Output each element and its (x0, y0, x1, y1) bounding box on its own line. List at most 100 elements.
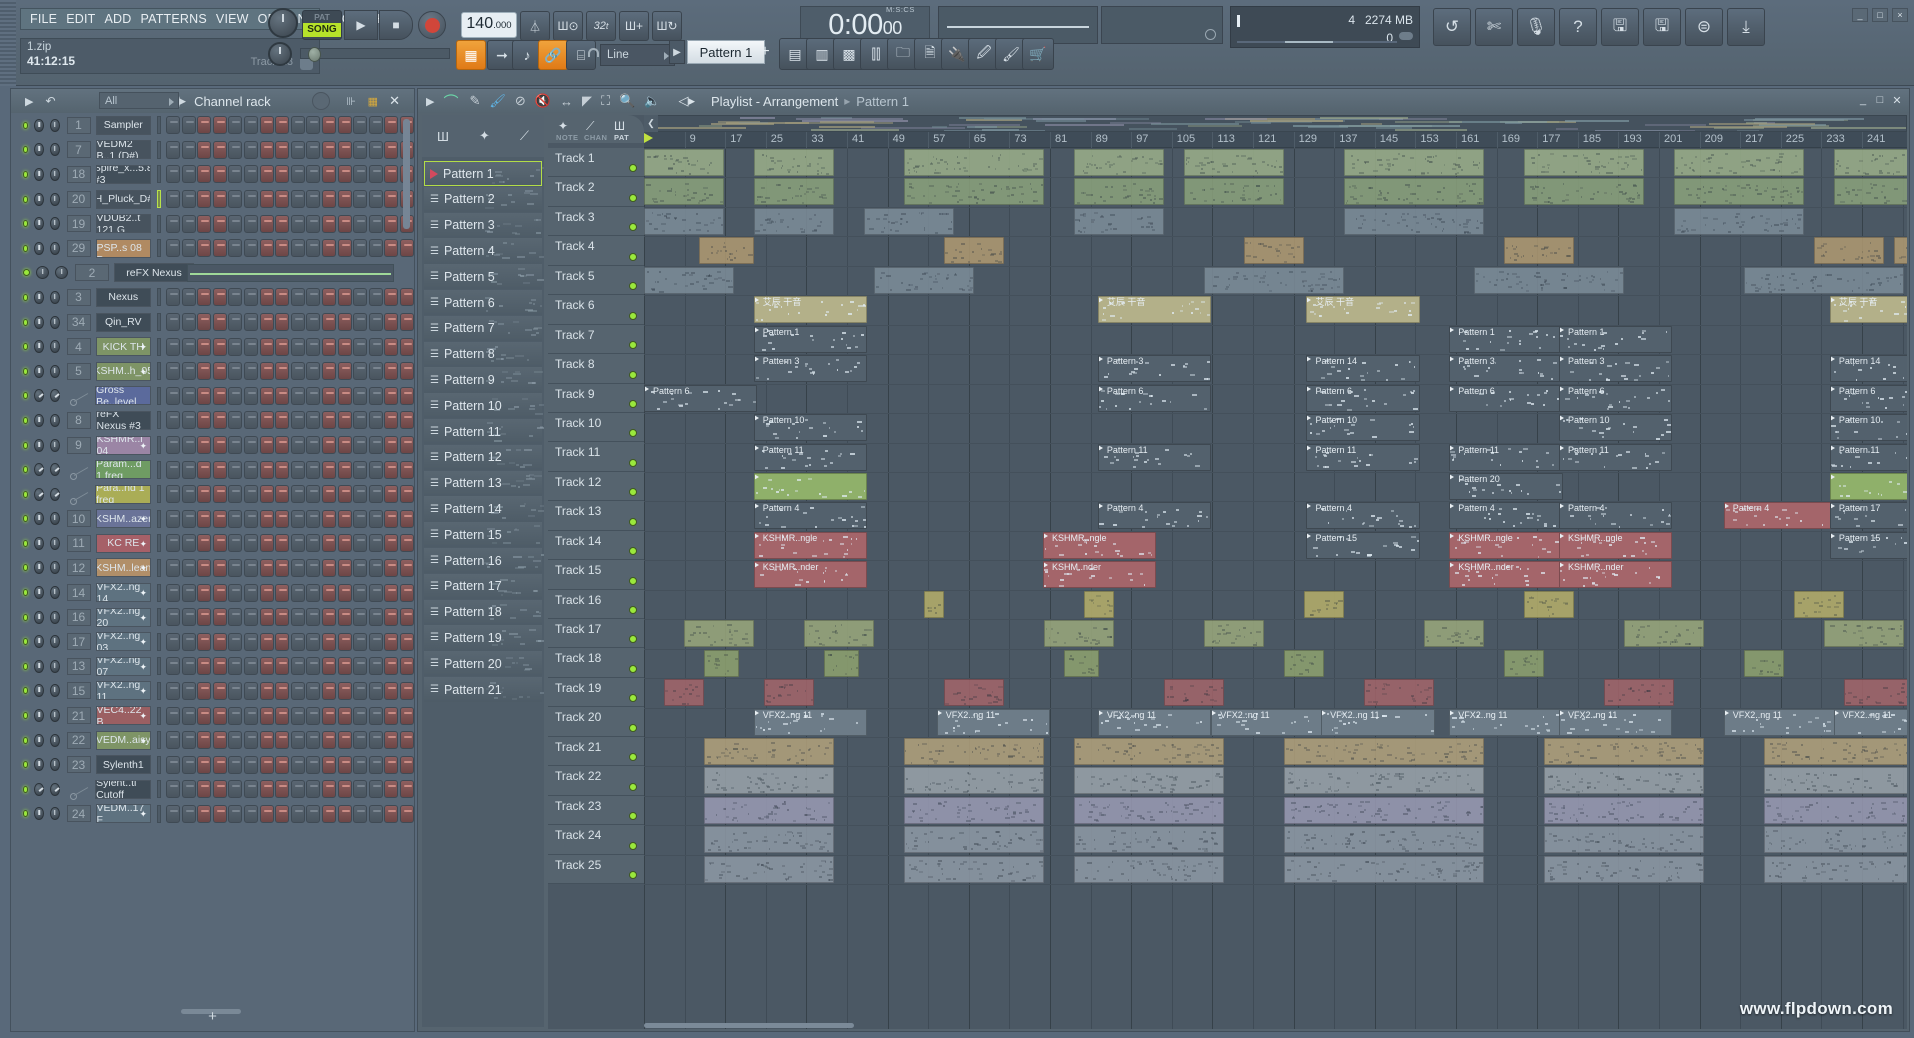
channel-row[interactable]: 10 KSHM..azer ✦ (11, 507, 414, 532)
toolbar-grip[interactable] (0, 0, 16, 86)
step-button[interactable] (353, 215, 367, 233)
step-button[interactable] (400, 510, 414, 528)
step-button[interactable] (291, 387, 305, 405)
step-button[interactable] (400, 608, 414, 626)
playlist-clip[interactable] (1074, 738, 1224, 765)
add-pattern-button[interactable]: + (756, 40, 774, 64)
pattern-selector[interactable]: Pattern 1 (687, 40, 765, 64)
step-button[interactable] (353, 436, 367, 454)
channel-number[interactable]: 7 (67, 141, 91, 158)
step-sequencer[interactable] (166, 165, 414, 183)
step-sequencer[interactable] (166, 141, 414, 159)
channel-number[interactable]: 15 (67, 682, 91, 699)
step-sequencer[interactable] (166, 707, 414, 725)
playlist-clip[interactable]: Pattern 14 (1306, 355, 1419, 382)
track-enable-led[interactable] (629, 488, 637, 496)
save-icon[interactable]: 🖫 (1601, 8, 1639, 46)
channel-row[interactable]: 2 reFX Nexus (11, 261, 414, 286)
playlist-clip[interactable] (1830, 473, 1907, 500)
step-button[interactable] (384, 288, 398, 306)
step-button[interactable] (228, 584, 242, 602)
step-button[interactable] (400, 805, 414, 823)
track-header[interactable]: Track 8 (548, 354, 644, 383)
playlist-clip[interactable] (1894, 237, 1907, 264)
step-button[interactable] (384, 116, 398, 134)
channel-enable-led[interactable] (23, 564, 28, 571)
playlist-clip[interactable]: Pattern 4 (1098, 502, 1211, 529)
channel-volume-knob[interactable] (50, 439, 60, 452)
step-sequencer[interactable] (166, 116, 414, 134)
pattern-list-item[interactable]: ☰ Pattern 17 (424, 574, 542, 599)
step-button[interactable] (213, 387, 227, 405)
channel-row[interactable]: 20BH_Pluck_D#1 (11, 187, 414, 212)
step-button[interactable] (166, 411, 180, 429)
channel-name-button[interactable]: VEDM..aisy ✦ (96, 731, 152, 750)
playlist-clip[interactable] (1064, 650, 1099, 677)
step-button[interactable] (338, 731, 352, 749)
channel-row[interactable]: Para..nd 1 freq (11, 482, 414, 507)
step-button[interactable] (244, 362, 258, 380)
track-header[interactable]: Track 19 (548, 678, 644, 707)
step-button[interactable] (322, 362, 336, 380)
zoom-icon[interactable]: 🔍 (619, 93, 635, 109)
channel-pan-knob[interactable] (34, 119, 44, 132)
step-button[interactable] (338, 682, 352, 700)
step-button[interactable] (384, 387, 398, 405)
step-button[interactable] (182, 682, 196, 700)
pattern-list-item[interactable]: ☰ Pattern 14 (424, 496, 542, 521)
pattern-list-item[interactable]: ☰ Pattern 5 (424, 264, 542, 289)
step-button[interactable] (197, 707, 211, 725)
step-button[interactable] (228, 707, 242, 725)
step-button[interactable] (213, 559, 227, 577)
step-button[interactable] (244, 190, 258, 208)
channel-number[interactable]: 13 (67, 658, 91, 675)
step-button[interactable] (166, 436, 180, 454)
step-button[interactable] (182, 141, 196, 159)
step-button[interactable] (306, 657, 320, 675)
step-button[interactable] (260, 116, 274, 134)
channel-name-button[interactable]: KSHM..lean ✦ (96, 558, 152, 577)
step-button[interactable] (244, 707, 258, 725)
step-button[interactable] (213, 608, 227, 626)
menu-item-add[interactable]: ADD (104, 12, 131, 26)
step-button[interactable] (213, 116, 227, 134)
magnet-icon[interactable] (588, 48, 599, 57)
playlist-clip[interactable]: VFX2..ng 11 (1211, 709, 1324, 736)
channel-automation-lane[interactable] (187, 264, 394, 282)
step-button[interactable] (291, 436, 305, 454)
step-button[interactable] (384, 362, 398, 380)
channel-number[interactable]: 22 (67, 732, 91, 749)
step-button[interactable] (353, 805, 367, 823)
step-button[interactable] (166, 461, 180, 479)
step-button[interactable] (291, 338, 305, 356)
playlist-clip[interactable] (904, 856, 1044, 883)
track-enable-led[interactable] (629, 635, 637, 643)
playlist-clip[interactable] (904, 797, 1044, 824)
channel-enable-led[interactable] (23, 761, 28, 768)
pattern-list-item[interactable]: ☰ Pattern 12 (424, 445, 542, 470)
channel-number[interactable]: 18 (67, 166, 91, 183)
channel-name-button[interactable]: KC RE ✦ (96, 534, 152, 553)
playlist-clip[interactable] (1844, 679, 1907, 706)
channel-enable-led[interactable] (23, 343, 28, 350)
playlist-clip[interactable] (1204, 620, 1264, 647)
step-button[interactable] (400, 411, 414, 429)
step-button[interactable] (275, 780, 289, 798)
channel-name-button[interactable]: Para..nd 1 freq (95, 485, 151, 504)
playlist-clip[interactable]: KSHMR..ngle (1449, 532, 1562, 559)
step-button[interactable] (369, 411, 383, 429)
step-button[interactable] (260, 165, 274, 183)
step-button[interactable] (166, 362, 180, 380)
link-icon[interactable]: 🔗 (538, 40, 568, 70)
channel-volume-knob[interactable] (50, 119, 60, 132)
playlist-clip[interactable] (1794, 591, 1844, 618)
playlist-clip[interactable]: VFX2..ng 11 (937, 709, 1050, 736)
channel-name-button[interactable]: Nexus (96, 288, 152, 307)
channel-number[interactable]: 11 (67, 535, 91, 552)
channel-enable-led[interactable] (23, 491, 28, 498)
step-button[interactable] (213, 288, 227, 306)
playlist-clip[interactable] (754, 149, 834, 176)
step-button[interactable] (291, 780, 305, 798)
playlist-clip[interactable] (684, 620, 754, 647)
channel-link-icon[interactable] (67, 781, 90, 798)
